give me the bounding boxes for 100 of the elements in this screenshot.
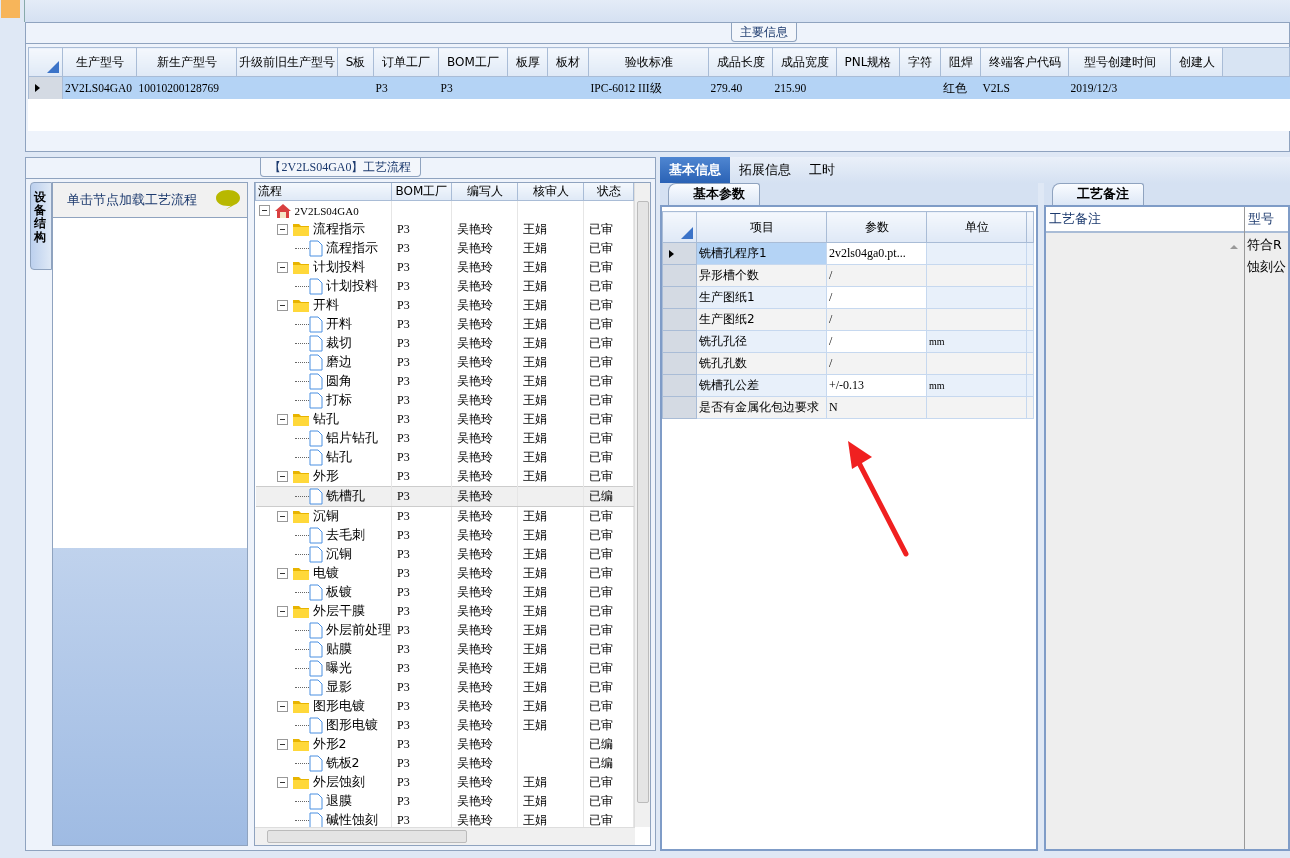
column-header[interactable]: 板厚 [507,47,548,77]
tree-node[interactable]: 流程指示 [312,221,365,236]
column-header[interactable]: 升级前旧生产型号 [236,47,338,77]
tree-node[interactable]: 计划投料 [312,259,365,274]
tree-node[interactable]: 钻孔 [312,411,339,426]
table-cell: 吴艳玲 [451,773,518,792]
column-header[interactable]: BOM工厂 [391,183,452,201]
collapse-toggle[interactable] [276,568,288,579]
table-cell: 吴艳玲 [451,735,518,754]
column-header[interactable]: 编写人 [451,183,518,201]
tab[interactable]: 基本信息 [660,157,730,183]
tree-node[interactable]: 圆角 [325,373,352,388]
tree-node[interactable]: 电镀 [312,565,339,580]
column-header[interactable]: 型号 [1245,207,1288,233]
tree-node[interactable]: 板镀 [325,584,352,599]
vertical-scrollbar[interactable] [634,183,650,827]
tree-node[interactable]: 曝光 [325,660,352,675]
column-header[interactable]: 创建人 [1170,47,1223,77]
column-header[interactable]: 单位 [926,211,1027,243]
side-tab[interactable]: 设备结构 [30,182,52,270]
table-cell: 吴艳玲 [451,583,518,602]
column-header[interactable]: 板材 [547,47,589,77]
tree-node[interactable]: 显影 [325,679,352,694]
collapse-toggle[interactable] [258,205,270,216]
tree-node[interactable]: 图形电镀 [312,698,365,713]
tree-node[interactable]: 流程指示 [325,240,378,255]
column-header[interactable]: 订单工厂 [373,47,439,77]
tree-node[interactable]: 铝片钻孔 [325,430,378,445]
row-pointer-icon [669,249,674,258]
column-header[interactable]: S板 [337,47,374,77]
column-header[interactable]: 项目 [696,211,827,243]
column-header[interactable]: 工艺备注 [1046,207,1244,233]
column-header[interactable]: BOM工厂 [438,47,508,77]
collapse-toggle[interactable] [276,224,288,235]
tree-node[interactable]: 沉铜 [312,508,339,523]
table-cell: 已审 [583,678,634,697]
column-header[interactable]: 阻焊 [940,47,981,77]
tab[interactable]: 工时 [800,157,844,183]
column-header[interactable]: PNL规格 [836,47,900,77]
folder-icon [291,566,310,581]
tree-node[interactable]: 外形2 [312,736,347,751]
tree-node[interactable]: 外层前处理 [325,622,391,637]
tree-node[interactable]: 沉铜 [325,546,352,561]
table-cell: 王娟 [517,678,584,697]
tree-node[interactable]: 外形 [312,468,339,483]
table-cell: 吴艳玲 [451,448,518,467]
collapse-toggle[interactable] [276,300,288,311]
tree-node[interactable]: 钻孔 [325,449,352,464]
table-cell: P3 [391,526,452,545]
table-cell: 已审 [583,334,634,353]
collapse-toggle[interactable] [276,777,288,788]
column-header[interactable]: 参数 [826,211,927,243]
tree-node[interactable]: 图形电镀 [325,717,378,732]
tree-node[interactable]: 外层干膜 [312,603,365,618]
column-header[interactable]: 字符 [899,47,941,77]
table-cell: 已审 [583,258,634,277]
column-header[interactable]: 状态 [583,183,634,201]
column-header[interactable]: 终端客户代码 [980,47,1069,77]
collapse-toggle[interactable] [276,606,288,617]
tree-node[interactable]: 2V2LS04GA0 [294,204,359,217]
collapse-toggle[interactable] [276,511,288,522]
tree-node[interactable]: 开料 [325,316,352,331]
folder-icon [291,604,310,619]
tree-node[interactable]: 碱性蚀刻 [325,812,378,827]
table-cell: 王娟 [517,583,584,602]
tab[interactable]: 基本参数 [668,183,760,205]
column-header[interactable]: 成品宽度 [772,47,837,77]
column-header[interactable]: 流程 [255,183,392,201]
document-icon [308,641,323,658]
tree-node[interactable]: 外层蚀刻 [312,774,365,789]
tree-node[interactable]: 计划投料 [325,278,378,293]
tree-node[interactable]: 裁切 [325,335,352,350]
tree-node[interactable]: 开料 [312,297,339,312]
table-cell: 吴艳玲 [451,391,518,410]
horizontal-scrollbar[interactable] [255,827,635,845]
note-text: 蚀刻公 [1247,258,1286,276]
table-cell: 王娟 [517,334,584,353]
collapse-toggle[interactable] [276,414,288,425]
table-cell: P3 [391,391,452,410]
tree-node[interactable]: 贴膜 [325,641,352,656]
column-header[interactable]: 验收标准 [588,47,709,77]
tab[interactable]: 工艺备注 [1052,183,1144,205]
column-header[interactable]: 生产型号 [62,47,137,77]
tree-node[interactable]: 磨边 [325,354,352,369]
table-cell: 吴艳玲 [451,526,518,545]
table-cell: 王娟 [517,640,584,659]
column-header[interactable]: 成品长度 [708,47,773,77]
column-header[interactable]: 核审人 [517,183,584,201]
column-header[interactable]: 新生产型号 [136,47,237,77]
collapse-toggle[interactable] [276,262,288,273]
tree-node[interactable]: 退膜 [325,793,352,808]
tree-node[interactable]: 打标 [325,392,352,407]
tab[interactable]: 拓展信息 [730,157,800,183]
table-cell: 是否有金属化包边要求 [696,396,827,419]
collapse-toggle[interactable] [276,471,288,482]
tree-node[interactable]: 去毛刺 [325,527,365,542]
collapse-toggle[interactable] [276,739,288,750]
tree-node[interactable]: 铣板2 [325,755,360,770]
collapse-toggle[interactable] [276,701,288,712]
column-header[interactable]: 型号创建时间 [1068,47,1171,77]
